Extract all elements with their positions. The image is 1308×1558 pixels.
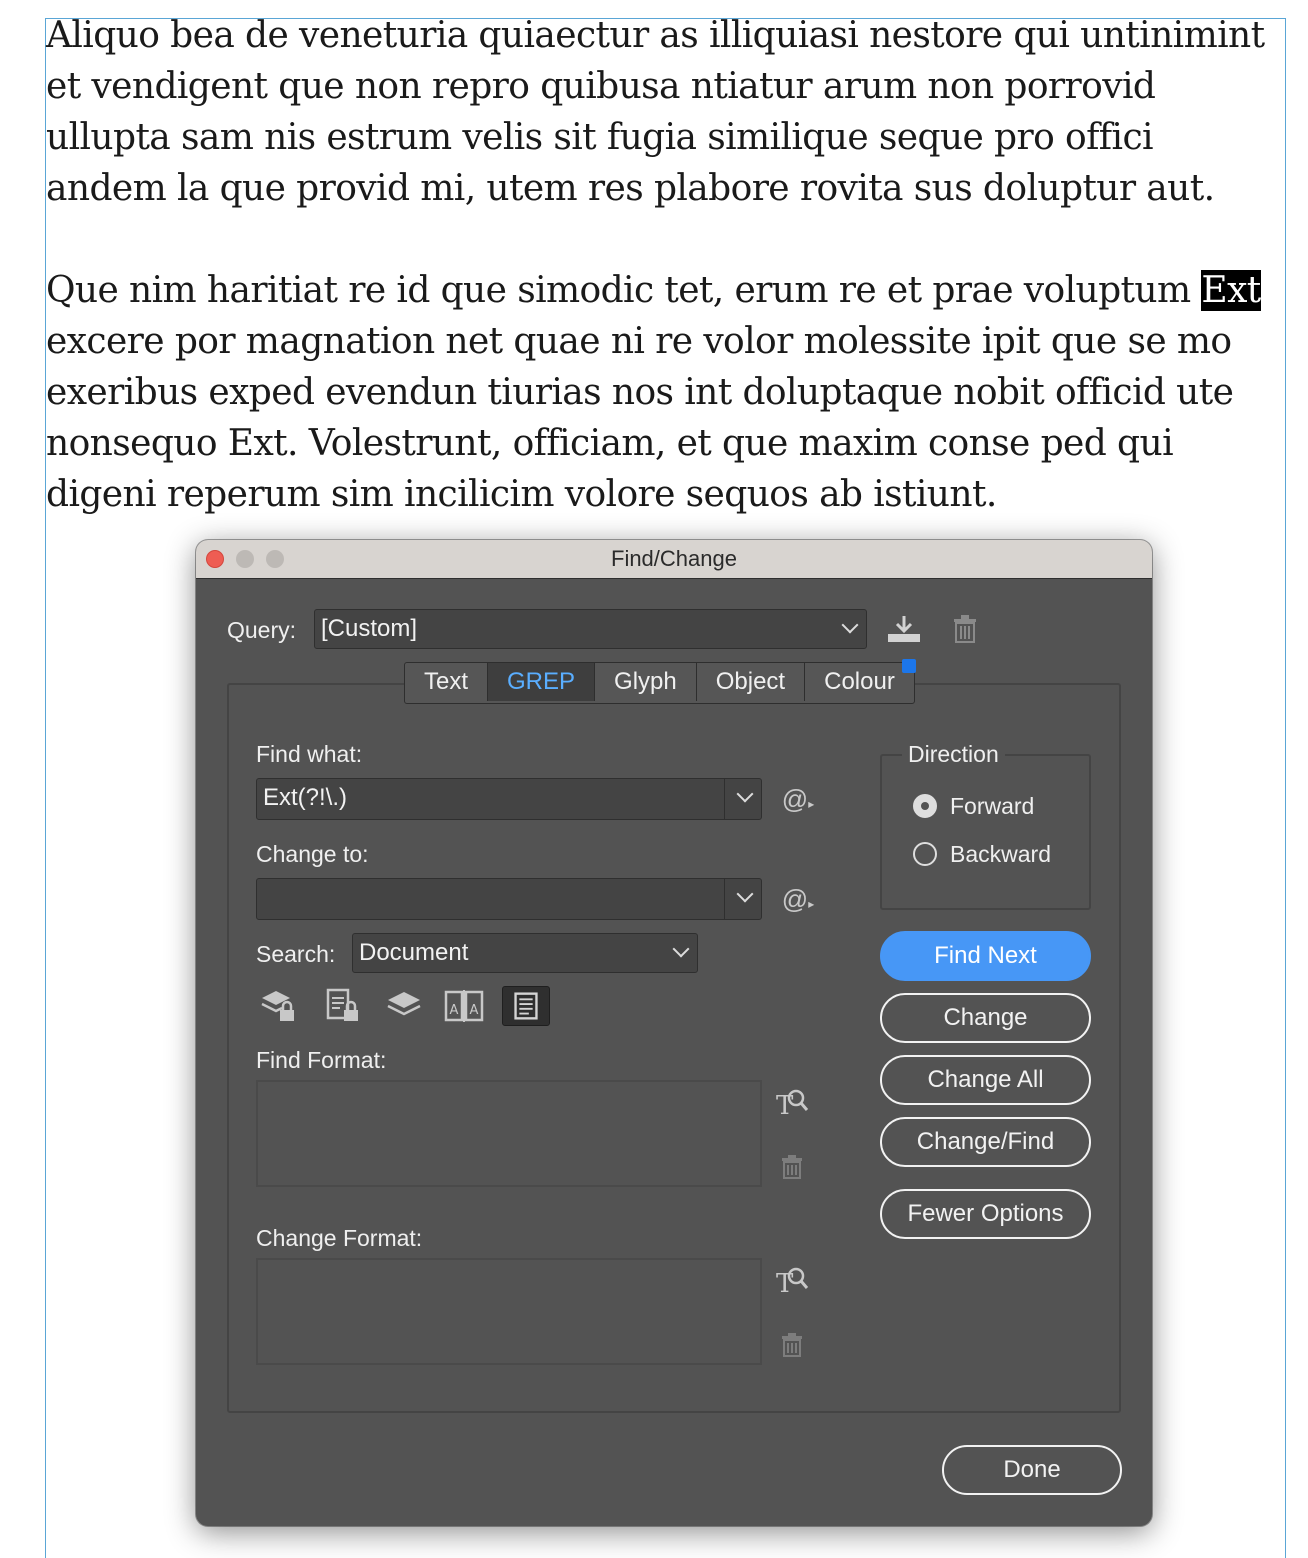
find-what-value: Ext(?!\.) (263, 784, 348, 811)
include-footnotes-icon[interactable] (502, 986, 550, 1026)
find-format-label: Find Format: (256, 1047, 387, 1073)
paragraph-2-text-after: excere por magnation net quae ni re volo… (46, 321, 1234, 515)
query-dropdown[interactable]: [Custom] (314, 609, 867, 649)
include-master-pages-icon[interactable]: A A (442, 986, 486, 1026)
change-format-box[interactable] (256, 1258, 762, 1365)
combo-divider (724, 879, 725, 919)
chevron-down-icon (672, 940, 690, 958)
find-change-dialog: Find/Change Query: [Custom] Text GREP Gl… (196, 540, 1152, 1526)
direction-label: Direction (902, 740, 1005, 768)
find-next-button[interactable]: Find Next (880, 931, 1091, 981)
special-characters-icon[interactable]: @▸ (778, 784, 818, 819)
specify-attributes-icon[interactable]: T (774, 1086, 810, 1118)
dialog-titlebar[interactable]: Find/Change (196, 540, 1152, 579)
tab-object[interactable]: Object (697, 663, 806, 701)
paragraph-2[interactable]: Que nim haritiat re id que simodic tet, … (46, 265, 1282, 520)
find-format-box[interactable] (256, 1080, 762, 1187)
paragraph-2-text-before: Que nim haritiat re id que simodic tet, … (46, 270, 1202, 311)
notification-badge (901, 659, 916, 673)
change-find-button[interactable]: Change/Find (880, 1117, 1091, 1167)
include-locked-stories-icon[interactable] (322, 986, 366, 1026)
search-scope-dropdown[interactable]: Document (352, 933, 698, 973)
tab-glyph[interactable]: Glyph (595, 663, 697, 701)
save-query-icon[interactable] (886, 614, 922, 644)
find-type-tabs: Text GREP Glyph Object Colour (404, 659, 916, 704)
dialog-title: Find/Change (611, 546, 737, 571)
change-to-label: Change to: (256, 841, 369, 867)
tab-colour-label: Colour (824, 668, 895, 695)
clear-attributes-icon[interactable] (780, 1332, 804, 1358)
specify-attributes-icon[interactable]: T (774, 1264, 810, 1296)
tab-text[interactable]: Text (405, 663, 489, 701)
document-text[interactable]: Aliquo bea de veneturia quiaectur as ill… (46, 10, 1282, 520)
change-all-button[interactable]: Change All (880, 1055, 1091, 1105)
combo-divider (724, 779, 725, 819)
chevron-down-icon[interactable] (736, 785, 754, 803)
direction-group (880, 754, 1091, 910)
at-sign-glyph: @ (781, 884, 809, 914)
delete-query-icon[interactable] (952, 614, 978, 644)
chevron-down-icon[interactable] (736, 885, 754, 903)
search-label: Search: (256, 941, 336, 967)
backward-radio[interactable] (913, 842, 937, 866)
include-hidden-layers-icon[interactable] (382, 986, 426, 1026)
done-button[interactable]: Done (942, 1445, 1122, 1495)
change-to-input[interactable] (256, 878, 762, 920)
query-label: Query: (227, 617, 297, 643)
svg-text:A: A (450, 1003, 459, 1018)
search-scope-value: Document (359, 939, 469, 966)
change-format-label: Change Format: (256, 1225, 423, 1251)
tab-grep[interactable]: GREP (488, 663, 596, 701)
paragraph-1[interactable]: Aliquo bea de veneturia quiaectur as ill… (46, 10, 1282, 214)
forward-label[interactable]: Forward (950, 792, 1034, 820)
svg-text:A: A (470, 1003, 479, 1018)
query-value: [Custom] (321, 615, 418, 642)
at-sign-glyph: @ (781, 784, 809, 814)
forward-radio[interactable] (913, 794, 937, 818)
find-what-label: Find what: (256, 741, 363, 767)
fewer-options-button[interactable]: Fewer Options (880, 1189, 1091, 1239)
chevron-down-icon (841, 616, 859, 634)
tab-colour[interactable]: Colour (805, 659, 916, 701)
selected-text-highlight[interactable]: Ext (1201, 270, 1261, 311)
special-characters-icon[interactable]: @▸ (778, 884, 818, 919)
change-button[interactable]: Change (880, 993, 1091, 1043)
clear-attributes-icon[interactable] (780, 1154, 804, 1180)
backward-label[interactable]: Backward (950, 840, 1051, 868)
include-locked-layers-icon[interactable] (258, 986, 302, 1026)
find-what-input[interactable]: Ext(?!\.) (256, 778, 762, 820)
